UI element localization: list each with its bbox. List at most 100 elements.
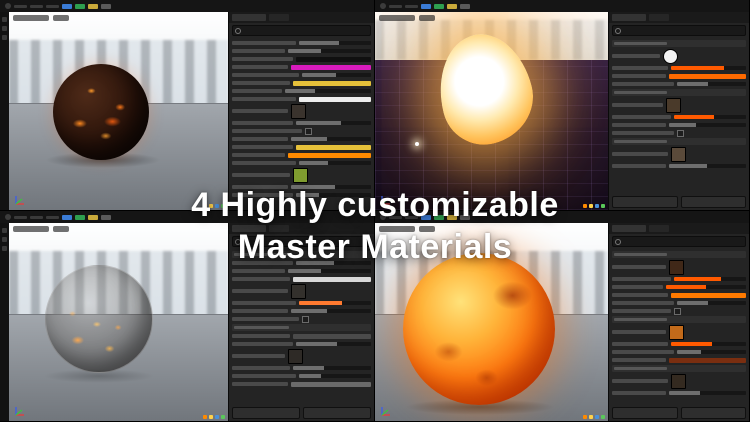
- mode-toolbar[interactable]: [0, 12, 9, 210]
- param-row[interactable]: [232, 260, 371, 266]
- texture-thumbnail[interactable]: [671, 373, 687, 389]
- texture-thumbnail[interactable]: [668, 259, 684, 275]
- color-swatch[interactable]: [293, 80, 371, 86]
- editor-menubar[interactable]: [0, 211, 374, 223]
- details-panel-header[interactable]: [229, 223, 374, 234]
- param-row[interactable]: [232, 48, 371, 54]
- details-tab[interactable]: [232, 225, 266, 232]
- tool-icon[interactable]: [2, 246, 7, 251]
- section-header[interactable]: [612, 89, 746, 96]
- checkbox[interactable]: [301, 315, 309, 323]
- param-slider[interactable]: [296, 193, 371, 197]
- texture-thumbnail[interactable]: [663, 48, 679, 64]
- param-row[interactable]: [232, 192, 371, 198]
- editor-menubar[interactable]: [375, 211, 749, 223]
- viewport-status-icon[interactable]: [215, 415, 219, 419]
- texture-thumbnail[interactable]: [290, 103, 306, 119]
- viewport-status-icon[interactable]: [209, 204, 213, 208]
- param-slider[interactable]: [668, 123, 746, 127]
- viewport-lava[interactable]: [9, 12, 228, 210]
- viewport-mode-chip[interactable]: [379, 226, 415, 232]
- param-row[interactable]: [612, 259, 746, 275]
- param-row[interactable]: [612, 81, 746, 87]
- param-row[interactable]: [232, 72, 371, 78]
- param-row[interactable]: [612, 373, 746, 389]
- param-slider[interactable]: [668, 164, 746, 168]
- param-row[interactable]: [232, 80, 371, 86]
- tool-icon[interactable]: [2, 17, 7, 22]
- toolbar-icon[interactable]: [75, 3, 85, 9]
- checkbox[interactable]: [676, 129, 684, 137]
- param-slider[interactable]: [301, 73, 371, 77]
- apply-button[interactable]: [612, 407, 678, 419]
- section-header[interactable]: [612, 251, 746, 258]
- param-row[interactable]: [612, 97, 746, 113]
- param-slider[interactable]: [296, 342, 371, 346]
- viewport-ember[interactable]: [9, 223, 228, 421]
- menu-item[interactable]: [405, 215, 418, 219]
- param-slider[interactable]: [287, 269, 371, 273]
- viewport-lit-chip[interactable]: [419, 226, 435, 232]
- section-header[interactable]: [232, 251, 371, 258]
- mode-toolbar[interactable]: [0, 223, 9, 421]
- param-row[interactable]: [612, 349, 746, 355]
- param-row[interactable]: [232, 120, 371, 126]
- param-slider[interactable]: [676, 82, 746, 86]
- menu-item[interactable]: [405, 4, 418, 8]
- param-row[interactable]: [232, 373, 371, 379]
- checkbox[interactable]: [304, 127, 312, 135]
- param-row[interactable]: [232, 365, 371, 371]
- toolbar-icon[interactable]: [101, 214, 111, 220]
- viewport-status-icon[interactable]: [589, 204, 593, 208]
- param-row[interactable]: [232, 276, 371, 282]
- viewport-status-icon[interactable]: [601, 415, 605, 419]
- texture-thumbnail[interactable]: [290, 283, 306, 299]
- details-panel-header[interactable]: [609, 223, 749, 234]
- param-row[interactable]: [612, 390, 746, 396]
- param-row[interactable]: [232, 308, 371, 314]
- param-row[interactable]: [612, 276, 746, 282]
- toolbar-icons[interactable]: [62, 214, 111, 220]
- texture-thumbnail[interactable]: [671, 146, 687, 162]
- param-slider[interactable]: [287, 49, 371, 53]
- param-slider[interactable]: [668, 391, 746, 395]
- param-row[interactable]: [612, 114, 746, 120]
- param-row[interactable]: [232, 88, 371, 94]
- param-row[interactable]: [612, 65, 746, 71]
- menu-item[interactable]: [30, 4, 43, 8]
- param-slider[interactable]: [671, 66, 746, 70]
- details-search-input[interactable]: [612, 236, 746, 247]
- param-row[interactable]: [232, 160, 371, 166]
- toolbar-icon[interactable]: [434, 214, 444, 220]
- param-row[interactable]: [232, 96, 371, 102]
- save-button[interactable]: [303, 407, 371, 419]
- toolbar-icon[interactable]: [434, 3, 444, 9]
- viewport-mode-chip[interactable]: [379, 15, 415, 21]
- param-row[interactable]: [232, 136, 371, 142]
- param-row[interactable]: [232, 333, 371, 339]
- param-slider[interactable]: [673, 115, 746, 119]
- save-button[interactable]: [680, 407, 746, 419]
- apply-button[interactable]: [612, 196, 678, 208]
- viewport-status-icon[interactable]: [589, 415, 593, 419]
- save-button[interactable]: [680, 196, 746, 208]
- viewport-status-icon[interactable]: [583, 204, 587, 208]
- tool-icon[interactable]: [2, 35, 7, 40]
- param-row[interactable]: [232, 40, 371, 46]
- param-row[interactable]: [612, 341, 746, 347]
- color-swatch[interactable]: [293, 276, 371, 282]
- details-tab[interactable]: [612, 14, 646, 21]
- viewport-status-icon[interactable]: [583, 415, 587, 419]
- texture-thumbnail[interactable]: [665, 97, 681, 113]
- menu-item[interactable]: [14, 215, 27, 219]
- param-row[interactable]: [612, 300, 746, 306]
- viewport-lit-chip[interactable]: [53, 15, 69, 21]
- param-slider[interactable]: [296, 261, 371, 265]
- toolbar-icon[interactable]: [447, 214, 457, 220]
- section-header[interactable]: [612, 138, 746, 145]
- toolbar-icon[interactable]: [421, 214, 431, 220]
- details-tab[interactable]: [232, 14, 266, 21]
- param-row[interactable]: [232, 103, 371, 119]
- param-slider[interactable]: [298, 41, 371, 45]
- param-row[interactable]: [612, 284, 746, 290]
